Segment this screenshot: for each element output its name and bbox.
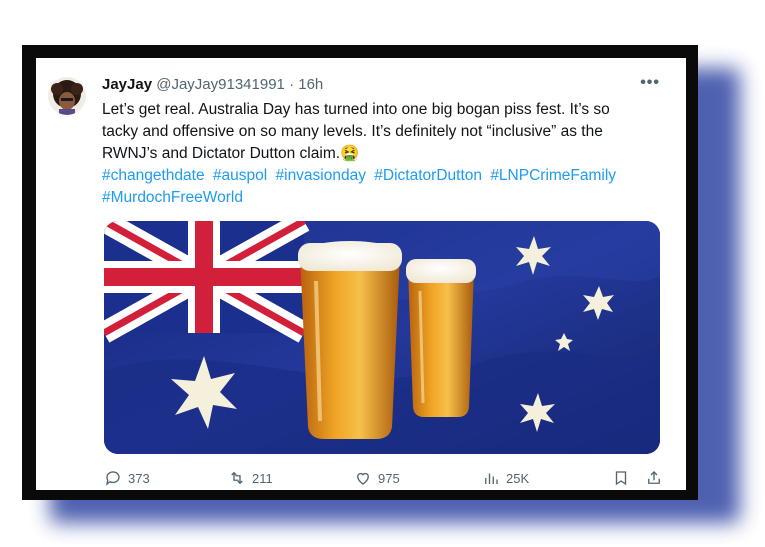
views-action[interactable]: 25K — [482, 469, 529, 487]
tweet-card: JayJay @JayJay91341991 · 16h ••• Let’s g… — [36, 58, 686, 490]
tweet-text-segment: RWNJ’s and Dictator Dutton claim. — [102, 145, 341, 162]
hashtag-link[interactable]: #changethdate — [102, 167, 205, 184]
retweet-count: 211 — [252, 470, 273, 486]
tweet-text-line: tacky and offensive on so many levels. I… — [102, 123, 603, 140]
bookmark-icon — [615, 471, 627, 486]
like-action[interactable]: 975 — [354, 469, 400, 487]
retweet-action[interactable]: 211 — [228, 469, 273, 487]
more-horizontal-icon[interactable]: ••• — [640, 74, 660, 92]
hashtag-link[interactable]: #MurdochFreeWorld — [102, 189, 243, 206]
tweet-media-image[interactable] — [104, 221, 660, 454]
tweet-text-line: Let’s get real. Australia Day has turned… — [102, 101, 610, 118]
retweet-icon — [231, 471, 243, 485]
avatar-image — [48, 77, 86, 115]
reply-count: 373 — [128, 470, 150, 486]
display-name[interactable]: JayJay — [102, 76, 152, 93]
australian-flag-beer-image — [104, 221, 660, 454]
heart-icon — [357, 472, 369, 485]
bookmark-action[interactable] — [612, 469, 630, 487]
share-icon — [648, 471, 660, 484]
tweet-text-line: RWNJ’s and Dictator Dutton claim.🤮 — [102, 143, 670, 165]
like-count: 975 — [378, 470, 400, 486]
avatar[interactable] — [48, 77, 86, 115]
hashtag-link[interactable]: #LNPCrimeFamily — [490, 167, 616, 184]
reply-action[interactable]: 373 — [104, 469, 150, 487]
reply-icon — [105, 471, 120, 486]
tweet-header: JayJay @JayJay91341991 · 16h — [102, 76, 323, 93]
hashtag-link[interactable]: #auspol — [213, 167, 267, 184]
tweet-actions: 373 211 975 25K — [102, 466, 672, 490]
hashtag-list: #changethdate #auspol #invasionday #Dict… — [102, 165, 670, 209]
separator-dot: · — [289, 76, 295, 93]
nauseated-emoji: 🤮 — [340, 145, 360, 162]
tweet-time[interactable]: 16h — [298, 76, 323, 93]
user-handle[interactable]: @JayJay91341991 — [156, 76, 285, 93]
views-chart-icon — [485, 473, 498, 484]
hashtag-link[interactable]: #invasionday — [276, 167, 366, 184]
views-count: 25K — [506, 470, 530, 486]
share-action[interactable] — [645, 469, 663, 487]
tweet-text: Let’s get real. Australia Day has turned… — [102, 99, 670, 165]
hashtag-link[interactable]: #DictatorDutton — [374, 167, 482, 184]
